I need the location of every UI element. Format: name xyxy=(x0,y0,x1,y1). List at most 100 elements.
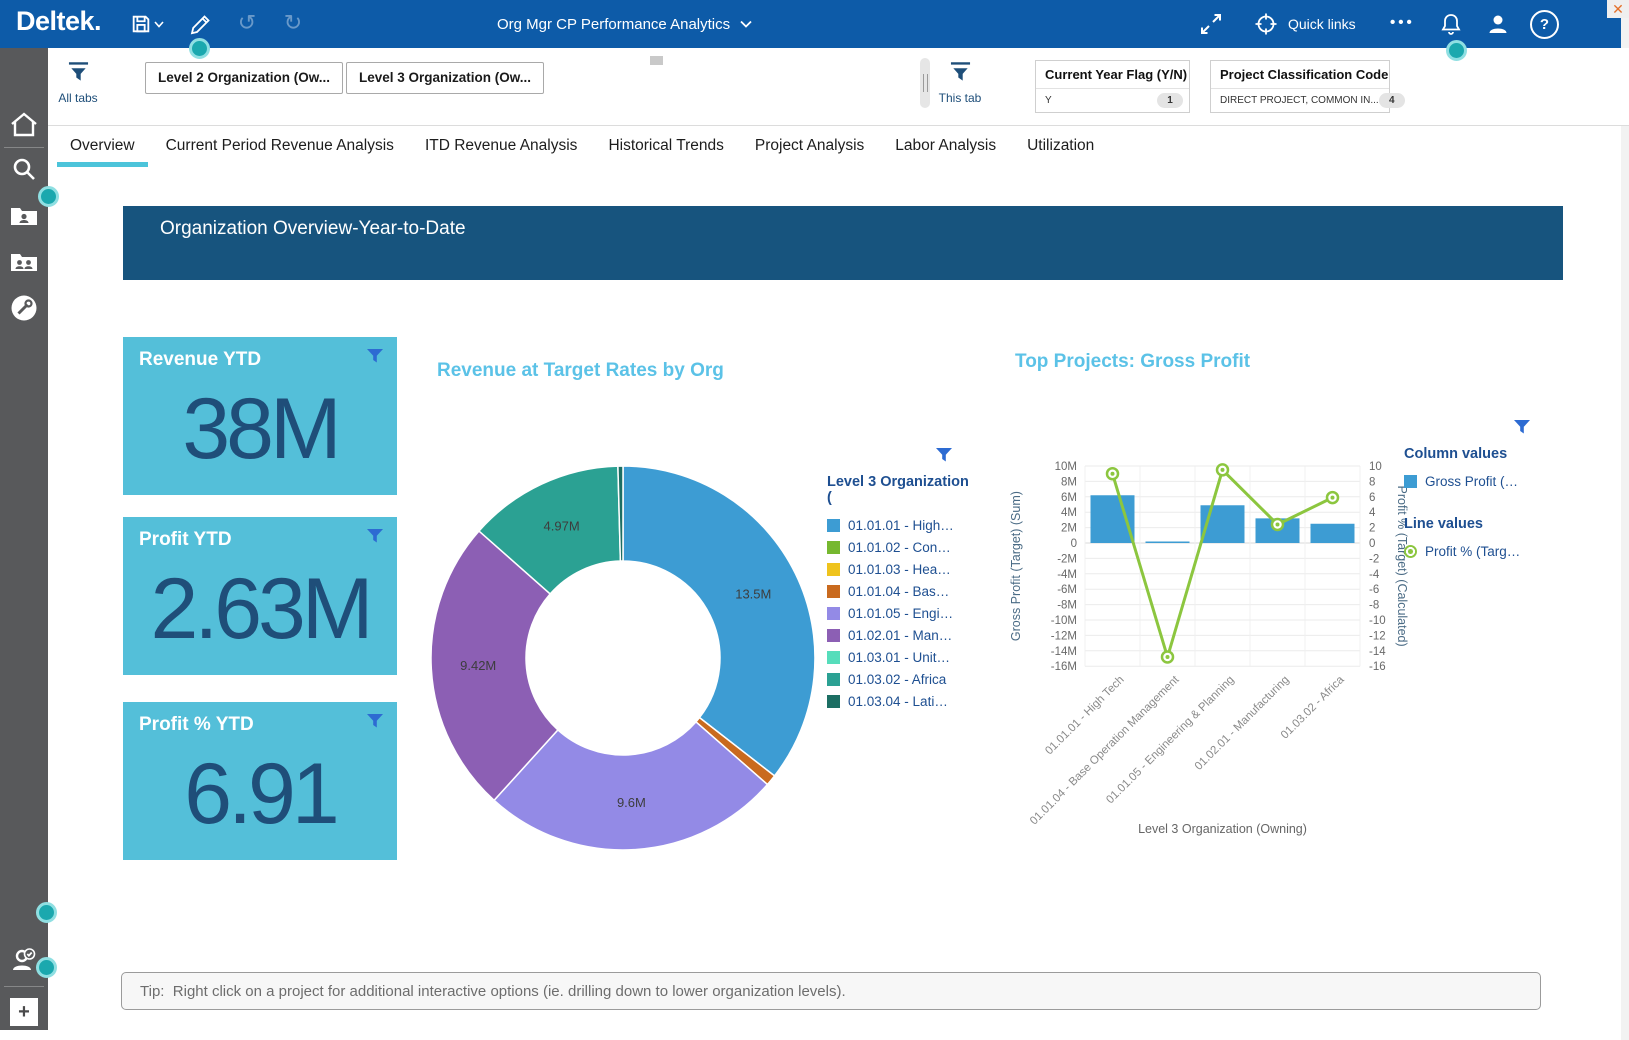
expand-fullscreen-icon[interactable] xyxy=(1198,11,1224,37)
edit-indicator-badge xyxy=(38,186,59,207)
donut-data-label: 13.5M xyxy=(735,586,771,601)
filter-panel-divider[interactable] xyxy=(920,58,930,108)
tab-labor-analysis[interactable]: Labor Analysis xyxy=(895,137,996,155)
deltek-logo: Deltek. xyxy=(16,6,101,37)
filter-card-title: Current Year Flag (Y/N) xyxy=(1036,61,1189,89)
y-axis-right-tick: -16 xyxy=(1369,661,1386,673)
tab-historical-trends[interactable]: Historical Trends xyxy=(608,137,723,155)
all-tabs-filter[interactable]: All tabs xyxy=(52,62,104,105)
donut-legend-item-1[interactable]: 01.01.02 - Con… xyxy=(827,536,977,558)
bar-0[interactable] xyxy=(1091,495,1135,543)
combo-legend-bar-label: Gross Profit (… xyxy=(1425,474,1518,489)
filter-card-current-year-flag[interactable]: Current Year Flag (Y/N) Y 1 xyxy=(1035,60,1190,113)
report-tab-bar: Overview Current Period Revenue Analysis I… xyxy=(70,125,1094,167)
tab-overview[interactable]: Overview xyxy=(70,137,135,155)
save-dropdown-chevron-icon[interactable] xyxy=(152,11,166,37)
top-app-bar: Deltek. ↺ ↻ Org Mgr CP Performance Analy… xyxy=(0,0,1629,48)
y-axis-right-tick: -4 xyxy=(1369,569,1380,581)
line-marker-swatch-icon xyxy=(1404,545,1417,558)
filter-scroll-thumb[interactable] xyxy=(650,56,663,65)
donut-data-label: 9.6M xyxy=(617,795,646,810)
redo-icon[interactable]: ↻ xyxy=(280,11,306,37)
add-new-button[interactable]: + xyxy=(10,998,38,1026)
y-axis-left-tick: 6M xyxy=(1061,492,1077,504)
kpi-value: 6.91 xyxy=(123,728,397,860)
tab-current-period-revenue-analysis[interactable]: Current Period Revenue Analysis xyxy=(166,137,394,155)
y-axis-right-tick: -8 xyxy=(1369,600,1379,612)
window-close-notch: ✕ xyxy=(1607,0,1629,18)
tip-banner: Tip: Right click on a project for additi… xyxy=(121,972,1541,1010)
bar-4[interactable] xyxy=(1311,524,1355,543)
y-axis-right-tick: -10 xyxy=(1369,615,1386,627)
close-icon[interactable]: ✕ xyxy=(1612,2,1624,16)
help-icon[interactable]: ? xyxy=(1530,10,1559,39)
edit-indicator-badge xyxy=(36,957,57,978)
filter-card-value: Y xyxy=(1045,95,1052,106)
kpi-value: 38M xyxy=(123,363,397,495)
filter-card-title: Project Classification Code xyxy=(1211,61,1389,89)
donut-legend-item-6[interactable]: 01.03.01 - Unit… xyxy=(827,646,977,668)
y-axis-left-tick: 0 xyxy=(1071,538,1077,550)
donut-legend-title: Level 3 Organization ( xyxy=(827,474,977,506)
save-icon[interactable] xyxy=(128,11,154,37)
edit-pencil-icon[interactable] xyxy=(188,11,214,37)
donut-legend: Level 3 Organization ( 01.01.01 - High… 0… xyxy=(827,474,977,712)
legend-swatch-icon xyxy=(827,585,840,598)
donut-legend-item-7[interactable]: 01.03.02 - Africa xyxy=(827,668,977,690)
legend-label: 01.03.01 - Unit… xyxy=(848,650,950,665)
filter-chip-level3-org[interactable]: Level 3 Organization (Ow... xyxy=(346,62,544,94)
more-options-icon[interactable]: ••• xyxy=(1390,14,1415,31)
this-tab-label: This tab xyxy=(934,91,986,105)
legend-swatch-icon xyxy=(827,629,840,642)
legend-label: 01.01.01 - High… xyxy=(848,518,954,533)
combo-legend-bar-item[interactable]: Gross Profit (… xyxy=(1404,470,1574,492)
legend-label: 01.01.04 - Bas… xyxy=(848,584,949,599)
combo-legend-line-item[interactable]: Profit % (Targ… xyxy=(1404,540,1574,562)
tab-project-analysis[interactable]: Project Analysis xyxy=(755,137,864,155)
donut-legend-item-4[interactable]: 01.01.05 - Engi… xyxy=(827,602,977,624)
donut-slice-0[interactable] xyxy=(623,466,815,776)
project-folder-icon[interactable] xyxy=(8,200,40,232)
filter-bar: All tabs Level 2 Organization (Ow... Lev… xyxy=(48,48,1629,126)
home-icon[interactable] xyxy=(8,109,40,141)
kpi-filter-funnel-icon[interactable] xyxy=(367,529,383,543)
filter-card-value: DIRECT PROJECT, COMMON IN... xyxy=(1220,95,1379,106)
y-axis-left-tick: -4M xyxy=(1057,569,1077,581)
tab-utilization[interactable]: Utilization xyxy=(1027,137,1094,155)
report-title-dropdown[interactable]: Org Mgr CP Performance Analytics xyxy=(497,0,752,48)
team-folder-icon[interactable] xyxy=(8,246,40,278)
filter-chip-level2-org[interactable]: Level 2 Organization (Ow... xyxy=(145,62,343,94)
bar-1[interactable] xyxy=(1146,542,1190,544)
approvals-person-check-icon[interactable] xyxy=(8,944,40,976)
filter-card-project-classification[interactable]: Project Classification Code DIRECT PROJE… xyxy=(1210,60,1390,113)
combo-filter-funnel-icon[interactable] xyxy=(1514,420,1530,434)
this-tab-filter[interactable]: This tab xyxy=(934,62,986,105)
kpi-filter-funnel-icon[interactable] xyxy=(367,349,383,363)
legend-swatch-icon xyxy=(827,541,840,554)
quick-links-label: Quick links xyxy=(1288,16,1356,32)
tab-itd-revenue-analysis[interactable]: ITD Revenue Analysis xyxy=(425,137,578,155)
undo-icon[interactable]: ↺ xyxy=(234,11,260,37)
combo-legend-line-label: Profit % (Targ… xyxy=(1425,544,1520,559)
scrollbar-track[interactable] xyxy=(1621,18,1629,1040)
donut-legend-item-0[interactable]: 01.01.01 - High… xyxy=(827,514,977,536)
line-marker-dot xyxy=(1221,468,1225,472)
legend-swatch-icon xyxy=(827,607,840,620)
search-icon[interactable] xyxy=(8,154,40,186)
chevron-down-icon xyxy=(740,20,752,28)
donut-data-label: 9.42M xyxy=(460,658,496,673)
donut-filter-funnel-icon[interactable] xyxy=(936,448,952,462)
y-axis-right-tick: -2 xyxy=(1369,553,1379,565)
donut-legend-item-5[interactable]: 01.02.01 - Man… xyxy=(827,624,977,646)
combo-legend-line-title: Line values xyxy=(1404,516,1574,532)
line-marker-dot xyxy=(1166,655,1170,659)
quick-links-button[interactable]: Quick links xyxy=(1254,0,1356,48)
donut-legend-item-8[interactable]: 01.03.04 - Lati… xyxy=(827,690,977,712)
account-person-icon[interactable] xyxy=(1485,11,1511,37)
notifications-bell-icon[interactable] xyxy=(1438,11,1464,37)
kpi-filter-funnel-icon[interactable] xyxy=(367,714,383,728)
donut-legend-item-2[interactable]: 01.01.03 - Hea… xyxy=(827,558,977,580)
tools-icon[interactable] xyxy=(8,292,40,324)
donut-legend-item-3[interactable]: 01.01.04 - Bas… xyxy=(827,580,977,602)
y-axis-right-tick: 8 xyxy=(1369,476,1375,488)
